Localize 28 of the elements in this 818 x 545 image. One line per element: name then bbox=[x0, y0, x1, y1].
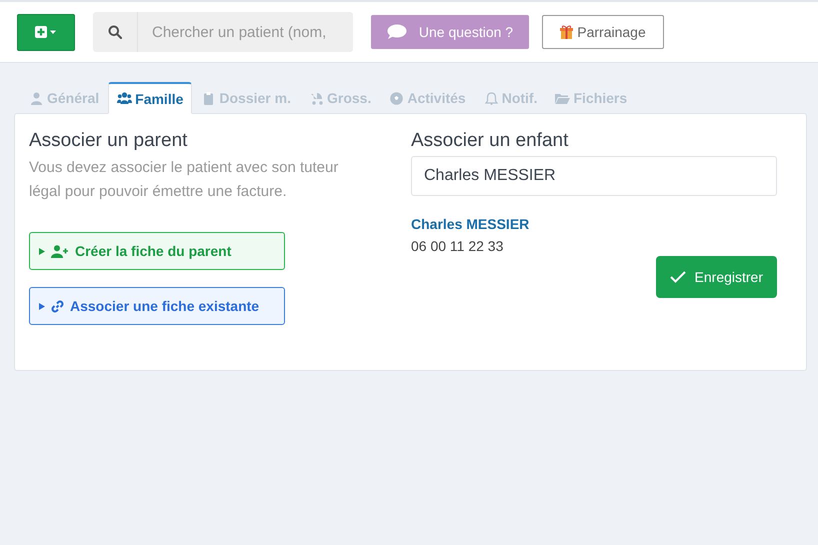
child-search-field[interactable]: Charles MESSIER bbox=[411, 156, 777, 196]
user-plus-icon bbox=[51, 244, 69, 258]
search-field[interactable]: Chercher un patient (nom, bbox=[138, 12, 353, 52]
description-text: Vous devez associer le patient avec son tuteur légal pour pouvoir émettre une facture. bbox=[29, 158, 340, 202]
user-icon bbox=[29, 92, 44, 104]
speech-bubble-icon bbox=[386, 24, 407, 40]
section-title: Associer un parent bbox=[29, 130, 188, 152]
phone-text: 06 00 11 22 33 bbox=[411, 238, 504, 254]
caret-icon bbox=[39, 302, 45, 310]
create-parent-button[interactable]: Créer la fiche du parent bbox=[29, 232, 285, 270]
question-button[interactable]: Une question ? bbox=[371, 15, 529, 49]
add-menu-button[interactable] bbox=[17, 14, 75, 50]
tab[interactable]: Famille bbox=[108, 82, 192, 114]
patient-name-link[interactable]: Charles MESSIER bbox=[411, 216, 530, 232]
save-button[interactable]: Enregistrer bbox=[656, 256, 777, 298]
users-icon bbox=[117, 92, 132, 105]
referral-button[interactable]: Parrainage bbox=[542, 15, 664, 49]
caret-icon bbox=[39, 248, 45, 254]
folder-icon bbox=[555, 92, 570, 104]
link-record-button[interactable]: Associer une fiche existante bbox=[29, 287, 285, 325]
bell-icon bbox=[484, 92, 499, 104]
search-icon bbox=[108, 25, 122, 39]
plus-caret-icon bbox=[35, 26, 57, 38]
section-title: Associer un enfant bbox=[411, 130, 570, 152]
link-icon bbox=[51, 300, 64, 312]
gift-icon bbox=[560, 25, 574, 39]
check-icon bbox=[670, 271, 686, 283]
ball-icon bbox=[389, 92, 404, 104]
